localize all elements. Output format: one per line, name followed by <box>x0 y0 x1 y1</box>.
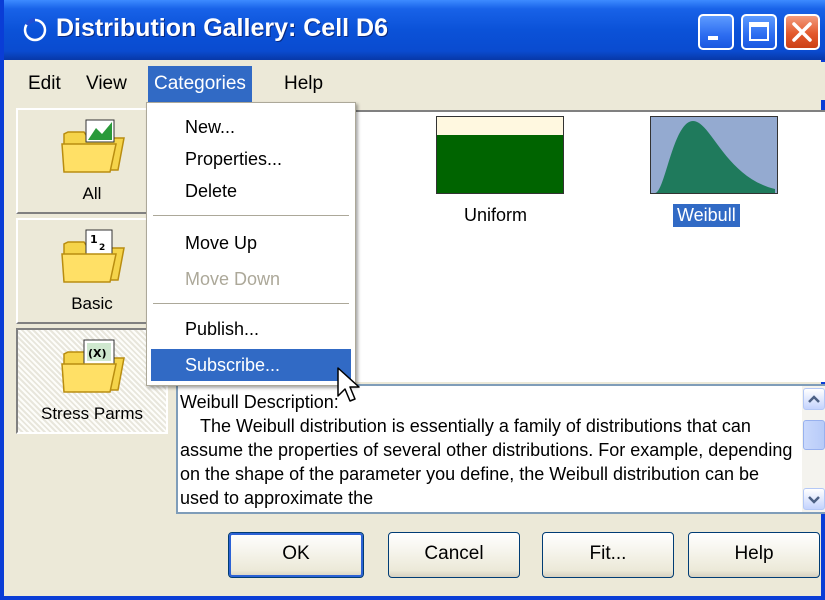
menu-edit[interactable]: Edit <box>22 66 67 102</box>
minimize-button[interactable] <box>698 14 734 50</box>
uniform-label[interactable]: Uniform <box>460 204 531 227</box>
cancel-button[interactable]: Cancel <box>388 532 520 578</box>
folder-numbers-icon: 1 2 <box>61 229 125 283</box>
uniform-distribution-thumb[interactable] <box>436 116 564 194</box>
uniform-distribution-icon <box>437 135 563 193</box>
menu-item-move-down: Move Down <box>185 269 281 289</box>
description-text: Weibull Description: The Weibull distrib… <box>180 392 793 508</box>
menu-help[interactable]: Help <box>278 66 329 102</box>
description-box[interactable]: Weibull Description: The Weibull distrib… <box>176 384 825 514</box>
menu-item-subscribe[interactable]: Subscribe... <box>151 349 351 381</box>
menu-item-move-up[interactable]: Move Up <box>151 227 351 259</box>
scroll-thumb[interactable] <box>803 420 825 450</box>
menu-item-publish[interactable]: Publish... <box>151 313 351 345</box>
scroll-down-button[interactable] <box>803 488 825 510</box>
app-logo-icon <box>23 18 47 42</box>
close-button[interactable] <box>784 14 820 50</box>
category-label-basic: Basic <box>71 294 113 313</box>
weibull-label[interactable]: Weibull <box>673 204 740 227</box>
folder-chart-icon <box>61 119 125 173</box>
category-label-all: All <box>82 184 102 203</box>
svg-text:2: 2 <box>99 243 105 253</box>
scroll-up-button[interactable] <box>803 388 825 410</box>
category-label-stress-parms: Stress Parms <box>40 404 144 423</box>
description-scrollbar[interactable] <box>802 386 825 512</box>
menu-item-properties[interactable]: Properties... <box>151 143 351 175</box>
close-icon <box>792 22 812 42</box>
weibull-distribution-icon <box>655 121 775 193</box>
menu-view[interactable]: View <box>80 66 133 102</box>
svg-text:1: 1 <box>90 233 98 246</box>
folder-x-icon: (X) <box>61 339 125 393</box>
minimize-icon <box>708 36 718 40</box>
ok-button[interactable]: OK <box>228 532 364 578</box>
chevron-up-icon <box>808 395 820 403</box>
menu-separator <box>153 215 349 216</box>
svg-text:(X): (X) <box>88 347 107 360</box>
distribution-gallery-window: Distribution Gallery: Cell D6 Edit View … <box>0 0 825 600</box>
maximize-button[interactable] <box>741 14 777 50</box>
menu-item-new[interactable]: New... <box>151 111 351 143</box>
menu-item-delete[interactable]: Delete <box>151 175 351 207</box>
weibull-distribution-thumb[interactable] <box>650 116 778 194</box>
maximize-icon <box>749 22 769 41</box>
help-button[interactable]: Help <box>688 532 820 578</box>
window-title: Distribution Gallery: Cell D6 <box>56 14 389 42</box>
categories-dropdown-menu: New... Properties... Delete Move Up Move… <box>146 102 356 386</box>
menu-separator <box>153 303 349 304</box>
menu-categories[interactable]: Categories <box>148 66 252 102</box>
mouse-cursor-icon <box>337 367 360 402</box>
chevron-down-icon <box>808 496 820 504</box>
fit-button[interactable]: Fit... <box>542 532 674 578</box>
title-bar[interactable]: Distribution Gallery: Cell D6 <box>4 0 825 60</box>
